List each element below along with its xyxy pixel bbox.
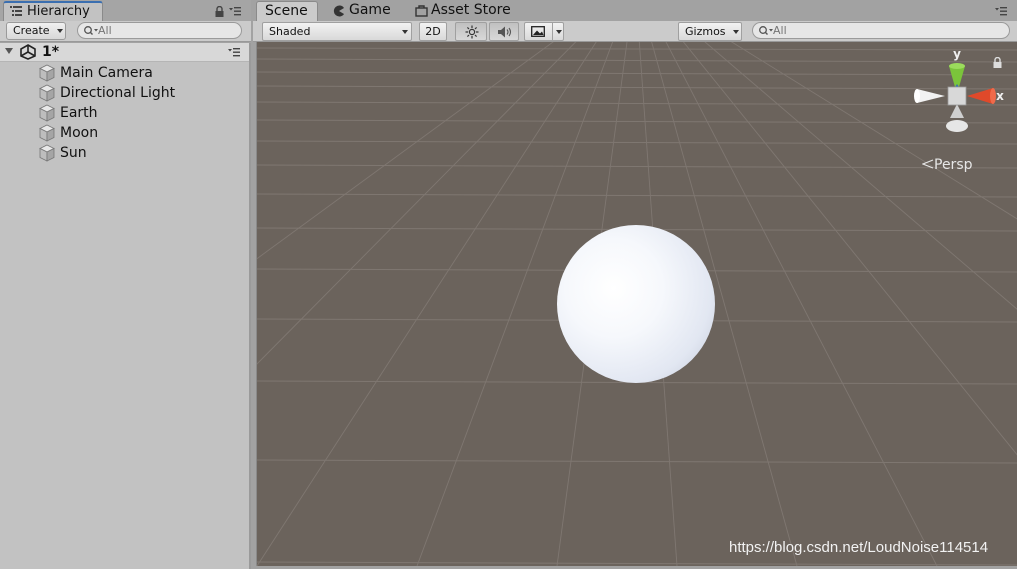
hierarchy-item[interactable]: Moon — [0, 123, 249, 143]
hierarchy-item-label: Main Camera — [60, 65, 153, 81]
tab-asset-store[interactable]: Asset Store — [415, 1, 525, 21]
dropdown-divider — [552, 23, 553, 40]
tab-game[interactable]: Game — [333, 1, 395, 21]
cube-icon — [39, 124, 55, 142]
gizmo-x-label: x — [996, 89, 1004, 103]
scene-viewport[interactable]: y x Persp https://blog.csdn.net/LoudNois… — [256, 42, 1017, 566]
search-icon — [759, 26, 773, 35]
hierarchy-tab-label: Hierarchy — [27, 4, 90, 19]
hierarchy-item[interactable]: Main Camera — [0, 63, 249, 83]
tab-scene-label: Scene — [265, 3, 308, 19]
hierarchy-item-label: Moon — [60, 125, 99, 141]
draw-mode-dropdown[interactable]: Shaded — [262, 22, 412, 41]
hierarchy-search-input[interactable] — [98, 23, 218, 38]
hierarchy-item[interactable]: Earth — [0, 103, 249, 123]
orientation-gizmo[interactable]: y x — [907, 46, 1007, 146]
create-button[interactable]: Create — [6, 22, 66, 40]
projection-label: Persp — [934, 157, 973, 173]
audio-toggle-button[interactable] — [489, 22, 519, 41]
scene-tabstrip: Scene Game Asset Store — [253, 0, 1017, 21]
chevron-down-icon — [57, 29, 63, 33]
scene-toolbar: Shaded 2D Gizmos All — [253, 21, 1017, 42]
sphere-object[interactable] — [557, 225, 715, 383]
create-button-label: Create — [13, 24, 50, 37]
unity-logo-icon — [20, 44, 36, 60]
hierarchy-search-field[interactable] — [77, 22, 242, 39]
hierarchy-item[interactable]: Sun — [0, 143, 249, 163]
pacman-icon — [333, 5, 344, 17]
sun-icon — [465, 25, 479, 39]
bag-icon — [415, 5, 428, 17]
lock-icon[interactable] — [215, 6, 224, 17]
perspective-icon — [922, 159, 934, 169]
lighting-toggle-button[interactable] — [455, 22, 487, 41]
speaker-icon — [498, 26, 512, 38]
chevron-down-icon — [402, 30, 408, 34]
image-icon — [531, 26, 545, 37]
cube-icon — [39, 64, 55, 82]
tab-asset-store-label: Asset Store — [431, 2, 511, 18]
panel-menu-icon[interactable] — [229, 7, 241, 16]
gizmo-y-label: y — [953, 47, 961, 61]
scene-name: 1* — [42, 44, 60, 60]
cube-icon — [39, 144, 55, 162]
hierarchy-list: 1* Main Camera Directional Light Earth M… — [0, 43, 251, 569]
2d-toggle-button[interactable]: 2D — [419, 22, 447, 41]
cube-icon — [39, 84, 55, 102]
cube-icon — [39, 104, 55, 122]
2d-toggle-label: 2D — [425, 25, 441, 38]
gizmos-label: Gizmos — [685, 25, 726, 38]
chevron-down-icon[interactable] — [556, 30, 562, 34]
draw-mode-label: Shaded — [269, 25, 311, 38]
hierarchy-toolbar: Create — [0, 21, 251, 42]
scene-row[interactable]: 1* — [0, 43, 249, 62]
hierarchy-tab[interactable]: Hierarchy — [3, 1, 103, 21]
hierarchy-item-label: Earth — [60, 105, 98, 121]
hierarchy-item-label: Directional Light — [60, 85, 176, 101]
search-icon — [84, 26, 98, 35]
gizmos-dropdown[interactable]: Gizmos — [678, 22, 742, 41]
scene-panel: Scene Game Asset Store Shaded 2D Gizmos … — [253, 0, 1017, 569]
hierarchy-tabstrip: Hierarchy — [0, 0, 251, 21]
expand-arrow-icon[interactable] — [4, 46, 14, 56]
scene-search-input[interactable] — [773, 23, 893, 38]
list-icon — [10, 6, 22, 16]
tab-scene[interactable]: Scene — [256, 1, 318, 21]
hierarchy-item-label: Sun — [60, 145, 87, 161]
projection-toggle[interactable]: Persp — [922, 157, 973, 173]
hierarchy-panel: Hierarchy Create All 1* Main Camera Dire… — [0, 0, 251, 569]
scene-menu-icon[interactable] — [228, 48, 240, 57]
watermark-text: https://blog.csdn.net/LoudNoise114514 — [729, 539, 989, 556]
effects-dropdown[interactable] — [524, 22, 564, 41]
tab-game-label: Game — [349, 2, 391, 18]
hierarchy-item[interactable]: Directional Light — [0, 83, 249, 103]
panel-menu-icon[interactable] — [995, 7, 1007, 16]
scene-search-field[interactable] — [752, 22, 1010, 39]
chevron-down-icon — [733, 30, 739, 34]
